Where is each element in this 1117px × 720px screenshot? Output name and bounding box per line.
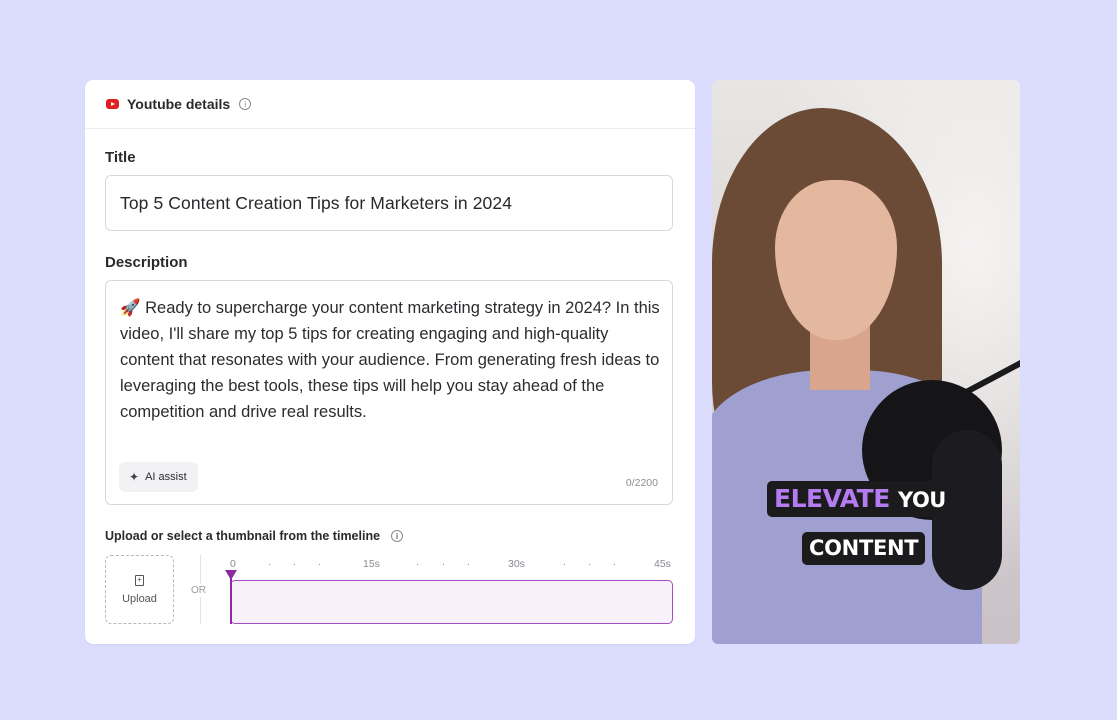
caption-line-1: ELEVATE YOU (767, 481, 953, 517)
youtube-details-panel: Youtube details i Title Top 5 Content Cr… (85, 80, 695, 644)
timeline-tick: 15s (363, 558, 380, 570)
youtube-icon (106, 99, 119, 109)
character-count: 0/2200 (625, 477, 658, 489)
timeline-dot: . (563, 557, 566, 568)
timeline-playhead[interactable] (230, 574, 232, 624)
title-input[interactable]: Top 5 Content Creation Tips for Marketer… (105, 175, 673, 231)
timeline-dot: . (588, 557, 591, 568)
timeline-dot: . (293, 557, 296, 568)
upload-thumbnail-button[interactable]: + Upload (105, 555, 174, 624)
description-text: 🚀 Ready to supercharge your content mark… (120, 299, 660, 421)
playhead-handle-icon[interactable] (225, 570, 237, 580)
timeline-dot: . (467, 557, 470, 568)
info-icon[interactable]: i (239, 98, 252, 110)
video-preview: ELEVATE YOU CONTENT (712, 80, 1020, 644)
timeline-dot: . (613, 557, 616, 568)
ai-assist-button[interactable]: ✦ AI assist (119, 462, 198, 492)
sparkle-icon: ✦ (129, 470, 140, 484)
timeline-dot: . (268, 557, 271, 568)
title-input-value: Top 5 Content Creation Tips for Marketer… (120, 192, 513, 213)
caption-accent-word: ELEVATE (774, 484, 890, 513)
timeline-dot: . (318, 557, 321, 568)
panel-header: Youtube details i (85, 80, 695, 129)
timeline-tick: 30s (508, 558, 525, 570)
description-textarea[interactable]: 🚀 Ready to supercharge your content mark… (105, 280, 673, 505)
timeline-tick: 0 (230, 558, 236, 570)
title-label: Title (105, 149, 136, 166)
panel-title: Youtube details (127, 96, 231, 112)
caption-word: YOU (898, 488, 946, 512)
upload-file-icon: + (135, 574, 144, 586)
thumbnail-label: Upload or select a thumbnail from the ti… (105, 529, 404, 543)
or-label: OR (191, 584, 206, 597)
description-label: Description (105, 254, 188, 271)
timeline-dot: . (416, 557, 419, 568)
thumbnail-info-icon[interactable]: i (391, 530, 404, 542)
caption-line-2: CONTENT (802, 532, 926, 565)
timeline-dot: . (442, 557, 445, 568)
thumbnail-label-text: Upload or select a thumbnail from the ti… (105, 529, 381, 543)
ai-assist-label: AI assist (145, 471, 187, 483)
upload-label: Upload (122, 592, 157, 605)
thumbnail-timeline-track[interactable] (230, 580, 673, 624)
timeline-tick: 45s (654, 558, 671, 570)
